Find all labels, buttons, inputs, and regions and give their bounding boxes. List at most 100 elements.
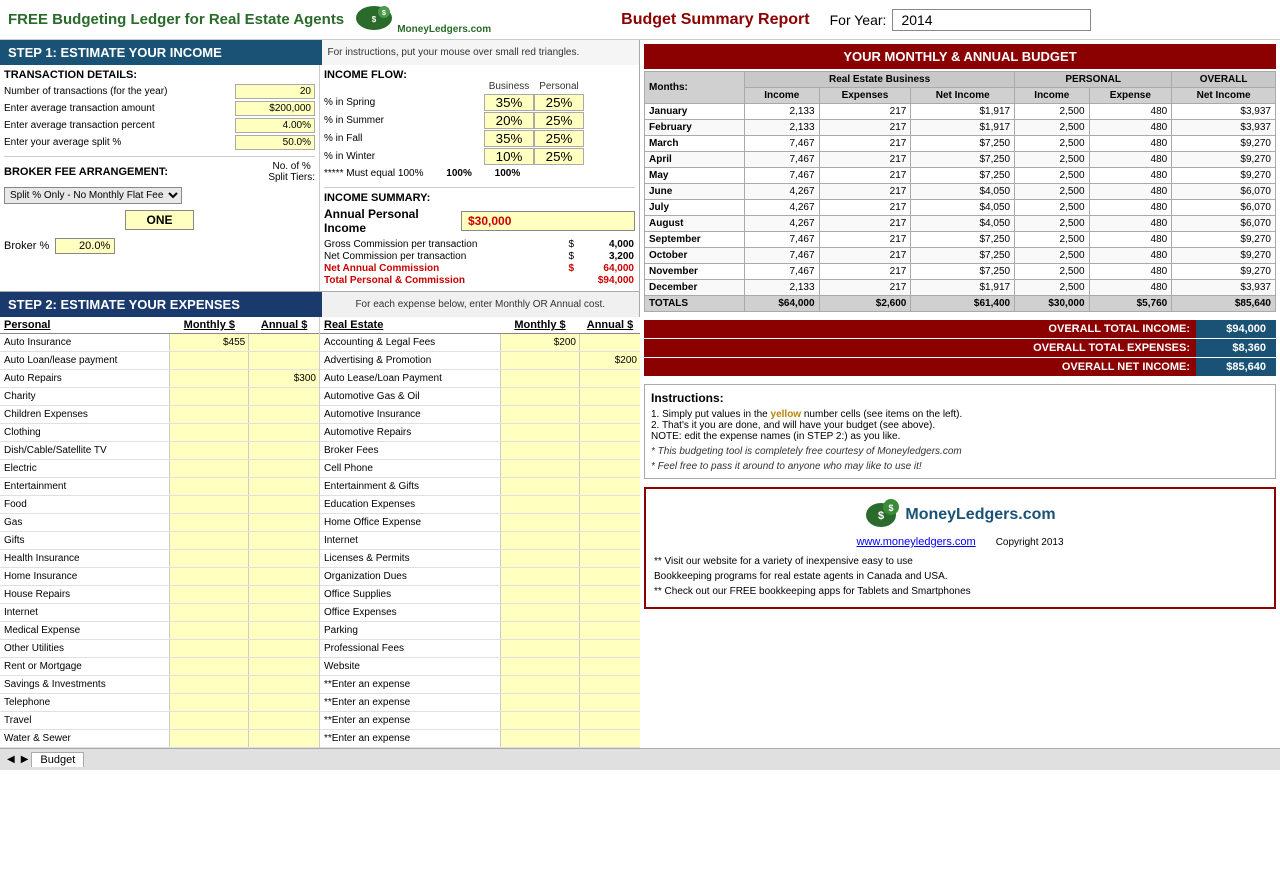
spring-per[interactable] xyxy=(534,94,584,111)
re-expense-row: Organization Dues xyxy=(320,568,640,586)
calc-row-0: Gross Commission per transaction $ 4,000 xyxy=(324,239,635,250)
income-section: INCOME FLOW: Business Personal % in Spri… xyxy=(320,65,639,291)
re-expenses-header: Expenses xyxy=(819,88,911,104)
re-expense-row: **Enter an expense xyxy=(320,694,640,712)
per-group-header: PERSONAL xyxy=(1015,72,1172,88)
budget-table-row: October 7,467 217 $7,250 2,500 480 $9,27… xyxy=(645,248,1276,264)
sheet-tab[interactable]: Budget xyxy=(31,752,84,767)
income-flow-title: INCOME FLOW: xyxy=(324,69,635,81)
calc-row-3: Total Personal & Commission $94,000 xyxy=(324,275,635,286)
re-expense-row: Cell Phone xyxy=(320,460,640,478)
broker-title: BROKER FEE ARRANGEMENT: xyxy=(4,166,168,178)
realestate-expenses-header: Real Estate Monthly $ Annual $ xyxy=(320,317,640,334)
top-header: FREE Budgeting Ledger for Real Estate Ag… xyxy=(0,0,1280,40)
realestate-expenses-col: Real Estate Monthly $ Annual $ Accountin… xyxy=(320,317,640,748)
annual-income-input[interactable] xyxy=(461,211,635,231)
broker-pct-input[interactable] xyxy=(55,238,115,254)
personal-expense-row: Electric xyxy=(0,460,319,478)
personal-expense-row: Health Insurance xyxy=(0,550,319,568)
summer-per[interactable] xyxy=(534,112,584,129)
nav-prev-arrow[interactable]: ◀ xyxy=(4,754,18,765)
re-expense-row: Internet xyxy=(320,532,640,550)
re-expense-row: Automotive Gas & Oil xyxy=(320,388,640,406)
fall-per[interactable] xyxy=(534,130,584,147)
transactions-input[interactable] xyxy=(235,84,315,99)
logo-site-name: MoneyLedgers.com xyxy=(905,506,1055,524)
summary-calc: Gross Commission per transaction $ 4,000… xyxy=(324,239,635,286)
fall-biz[interactable] xyxy=(484,130,534,147)
overall-net-header: Net Income xyxy=(1172,88,1276,104)
step1-body: TRANSACTION DETAILS: Number of transacti… xyxy=(0,65,639,292)
transaction-row-1: Enter average transaction amount xyxy=(4,101,315,116)
overall-group-header: OVERALL xyxy=(1172,72,1276,88)
budget-report-title: Budget Summary Report xyxy=(621,11,809,29)
per-income-header: Income xyxy=(1015,88,1089,104)
budget-table-row: March 7,467 217 $7,250 2,500 480 $9,270 xyxy=(645,136,1276,152)
personal-expenses-col: Personal Monthly $ Annual $ Auto Insuran… xyxy=(0,317,320,748)
budget-table-row: December 2,133 217 $1,917 2,500 480 $3,9… xyxy=(645,280,1276,296)
transaction-section: TRANSACTION DETAILS: Number of transacti… xyxy=(0,65,320,291)
moneyledgers-logo: $ $ xyxy=(354,4,394,32)
split-tiers-label: Split Tiers: xyxy=(268,172,315,183)
overall-net-label: OVERALL NET INCOME: xyxy=(644,358,1196,376)
re-expense-row: Website xyxy=(320,658,640,676)
realestate-annual-header: Annual $ xyxy=(580,319,640,331)
avg-pct-input[interactable] xyxy=(235,118,315,133)
personal-expense-row: Auto Insurance $455 xyxy=(0,334,319,352)
personal-expense-row: Savings & Investments xyxy=(0,676,319,694)
no-of-pct-label: No. of % xyxy=(272,161,310,172)
re-expense-row: **Enter an expense xyxy=(320,676,640,694)
broker-select[interactable]: Split % Only - No Monthly Flat Fee xyxy=(4,187,182,204)
overall-income-row: OVERALL TOTAL INCOME: $94,000 xyxy=(644,320,1276,338)
income-flow-header: Business Personal xyxy=(324,81,635,92)
avg-split-input[interactable] xyxy=(235,135,315,150)
app-title: FREE Budgeting Ledger for Real Estate Ag… xyxy=(8,11,344,28)
personal-expense-row: Food xyxy=(0,496,319,514)
budget-table-row: July 4,267 217 $4,050 2,500 480 $6,070 xyxy=(645,200,1276,216)
budget-table-row: April 7,467 217 $7,250 2,500 480 $9,270 xyxy=(645,152,1276,168)
overall-income-value: $94,000 xyxy=(1196,320,1276,338)
nav-next-arrow[interactable]: ▶ xyxy=(18,754,32,765)
step2-header: STEP 2: ESTIMATE YOUR EXPENSES xyxy=(0,292,322,317)
bottom-bar: ◀ ▶ Budget xyxy=(0,748,1280,770)
winter-per[interactable] xyxy=(534,148,584,165)
expenses-table: Personal Monthly $ Annual $ Auto Insuran… xyxy=(0,317,639,748)
budget-table-row: August 4,267 217 $4,050 2,500 480 $6,070 xyxy=(645,216,1276,232)
step1-header: STEP 1: ESTIMATE YOUR INCOME xyxy=(0,40,322,65)
re-expense-row: Office Supplies xyxy=(320,586,640,604)
avg-amount-input[interactable] xyxy=(235,101,315,116)
re-expense-row: Office Expenses xyxy=(320,604,640,622)
re-expense-row: Automotive Repairs xyxy=(320,424,640,442)
re-expense-row: Advertising & Promotion $200 xyxy=(320,352,640,370)
logo-url[interactable]: www.moneyledgers.com xyxy=(856,536,975,548)
step1-title: STEP 1: ESTIMATE YOUR INCOME xyxy=(8,45,222,60)
personal-expense-row: Dish/Cable/Satellite TV xyxy=(0,442,319,460)
step1-hint: For instructions, put your mouse over sm… xyxy=(322,40,640,65)
summer-biz[interactable] xyxy=(484,112,534,129)
calc-row-2: Net Annual Commission $ 64,000 xyxy=(324,263,635,274)
per-expense-header: Expense xyxy=(1089,88,1172,104)
personal-expense-row: Gifts xyxy=(0,532,319,550)
realestate-col-label: Real Estate xyxy=(320,319,500,331)
personal-expense-row: Rent or Mortgage xyxy=(0,658,319,676)
personal-expense-row: Charity xyxy=(0,388,319,406)
svg-text:$: $ xyxy=(889,503,894,513)
personal-expense-row: Entertainment xyxy=(0,478,319,496)
personal-expense-row: Home Insurance xyxy=(0,568,319,586)
annual-income-row: Annual Personal Income xyxy=(324,207,635,235)
overall-net-row: OVERALL NET INCOME: $85,640 xyxy=(644,358,1276,376)
svg-text:$: $ xyxy=(878,510,884,522)
income-summary: INCOME SUMMARY: Annual Personal Income G… xyxy=(324,187,635,286)
transaction-row-3: Enter your average split % xyxy=(4,135,315,150)
instructions-line2: 2. That's it you are done, and will have… xyxy=(651,420,1269,431)
income-row-summer: % in Summer xyxy=(324,112,635,129)
broker-arrangement-row: Split % Only - No Monthly Flat Fee xyxy=(4,187,315,204)
re-net-header: Net Income xyxy=(911,88,1015,104)
year-input[interactable] xyxy=(892,9,1091,31)
spring-biz[interactable] xyxy=(484,94,534,111)
winter-biz[interactable] xyxy=(484,148,534,165)
year-label: For Year: xyxy=(830,12,887,28)
instructions-note: NOTE: edit the expense names (in STEP 2:… xyxy=(651,431,1269,442)
personal-col-label: Personal xyxy=(0,319,169,331)
personal-expenses-header: Personal Monthly $ Annual $ xyxy=(0,317,319,334)
